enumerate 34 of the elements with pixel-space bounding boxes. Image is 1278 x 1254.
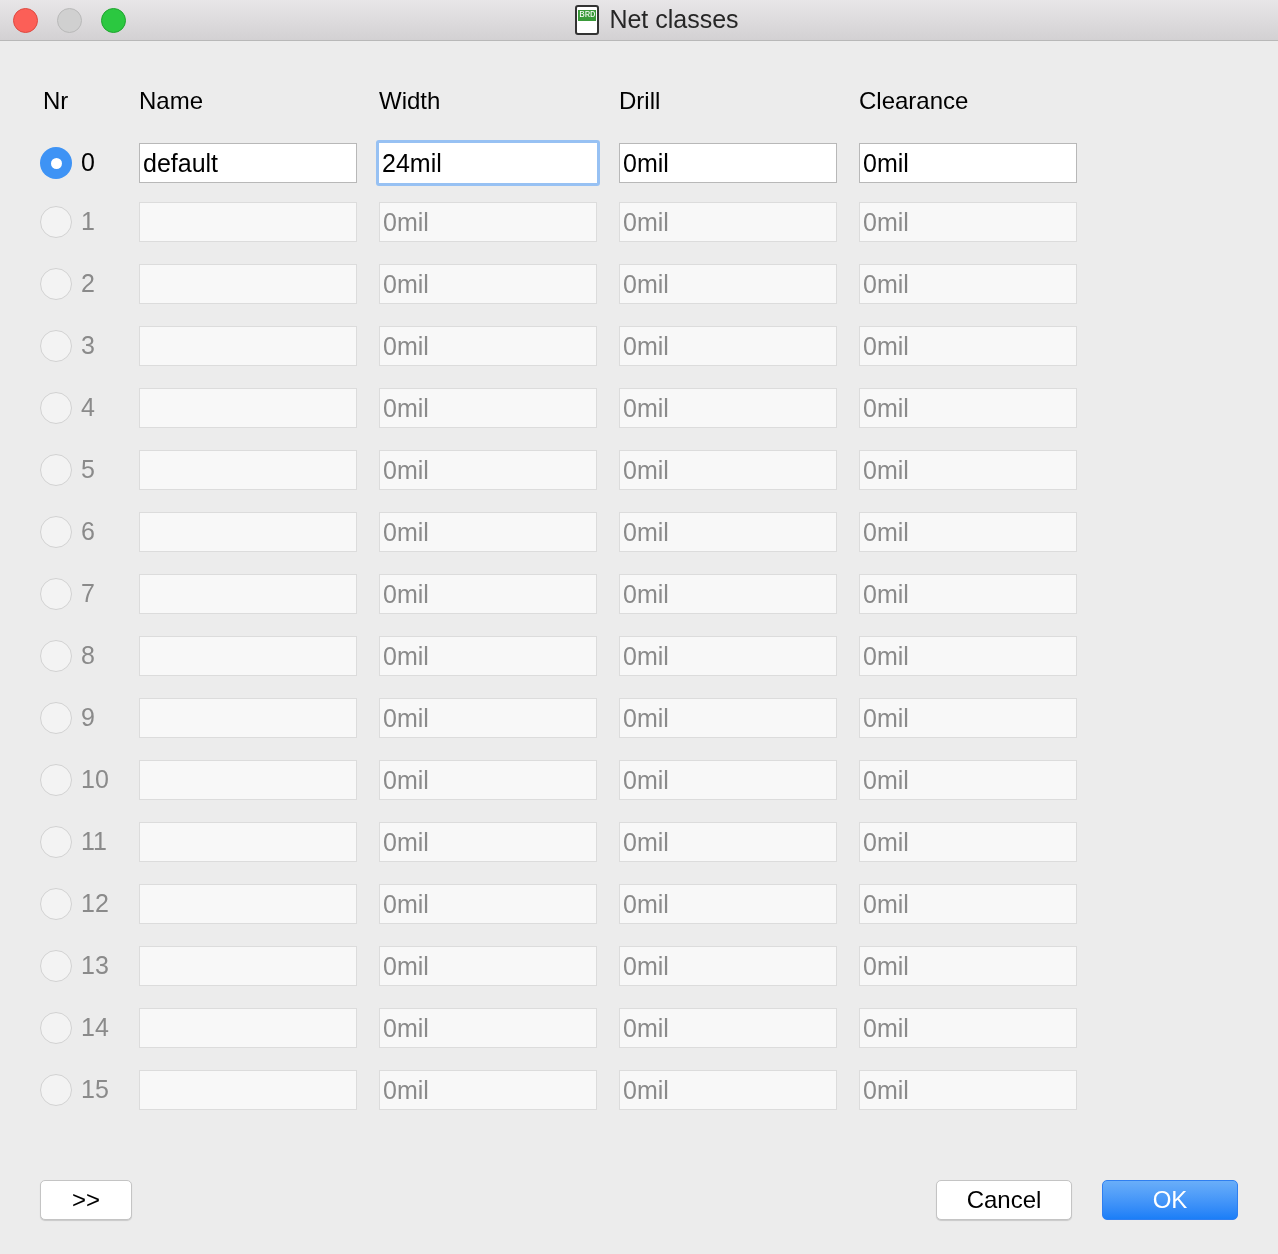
input-field[interactable]: 0mil bbox=[619, 143, 837, 183]
maximize-button[interactable] bbox=[101, 7, 126, 33]
column-header: Name bbox=[139, 86, 205, 116]
row-number: 7 bbox=[81, 578, 95, 610]
input-field[interactable]: 0mil bbox=[859, 143, 1077, 183]
row-number: 11 bbox=[81, 826, 107, 858]
row-number: 5 bbox=[81, 454, 95, 486]
row-number: 1 bbox=[81, 206, 95, 238]
column-header: Drill bbox=[619, 86, 662, 116]
close-button[interactable] bbox=[13, 7, 38, 33]
row-number: 15 bbox=[81, 1074, 109, 1106]
row-number: 14 bbox=[81, 1012, 109, 1044]
input-field[interactable]: default bbox=[139, 143, 357, 183]
row-number: 13 bbox=[81, 950, 109, 982]
row-number: 3 bbox=[81, 330, 95, 362]
row-number: 6 bbox=[81, 516, 95, 548]
board-file-icon: BRD bbox=[575, 5, 600, 35]
window-title: Net classes bbox=[609, 4, 739, 36]
row-number: 8 bbox=[81, 640, 95, 672]
row-number: 9 bbox=[81, 702, 95, 734]
dialog-button[interactable]: >> bbox=[40, 1180, 132, 1220]
column-header: Nr bbox=[42, 86, 70, 116]
column-header: Clearance bbox=[859, 86, 970, 116]
input-field[interactable]: 24mil bbox=[376, 140, 600, 186]
row-number: 2 bbox=[81, 268, 95, 300]
row-number: 12 bbox=[81, 888, 109, 920]
column-header: Width bbox=[379, 86, 442, 116]
ok-button[interactable]: OK bbox=[1102, 1180, 1238, 1220]
row-number: 10 bbox=[81, 764, 109, 796]
row-number: 4 bbox=[81, 392, 95, 424]
minimize-button[interactable] bbox=[57, 7, 82, 33]
row-number: 0 bbox=[81, 147, 95, 179]
dialog-button[interactable]: Cancel bbox=[936, 1180, 1072, 1220]
radio-button[interactable] bbox=[40, 147, 72, 179]
